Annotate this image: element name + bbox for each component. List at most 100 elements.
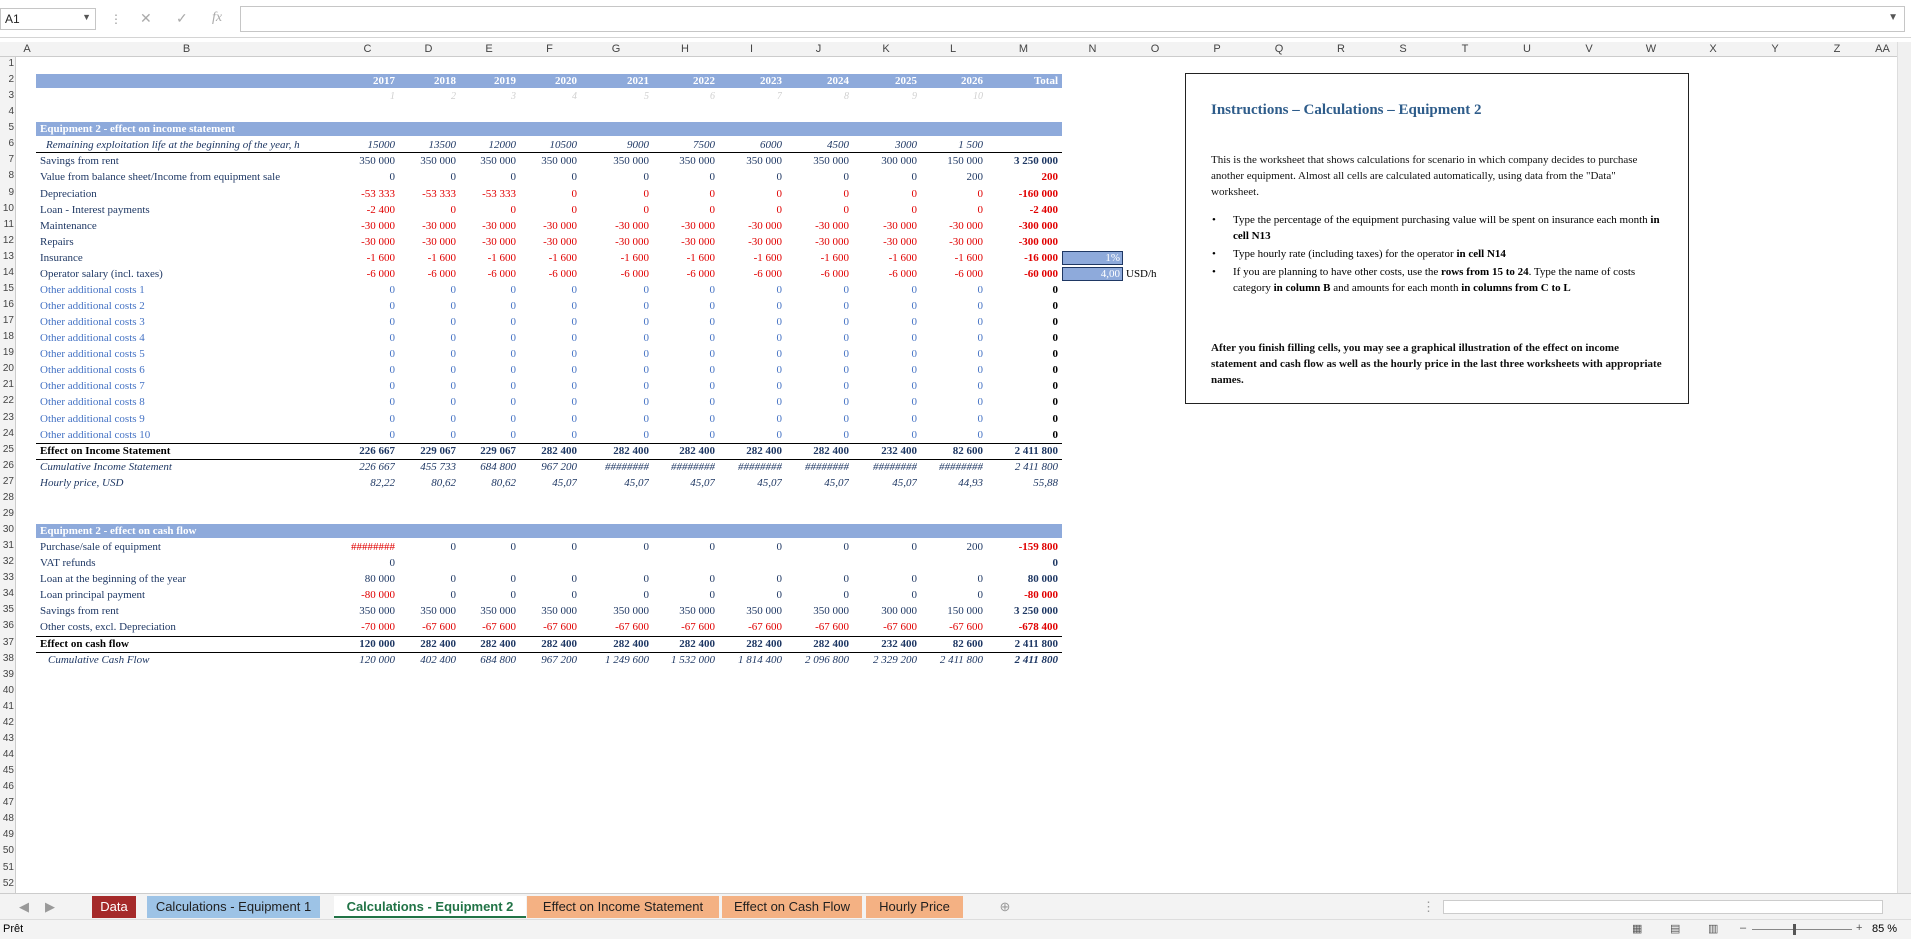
value-cell[interactable]: 0 (652, 539, 716, 555)
value-cell[interactable]: 0 (398, 539, 457, 555)
value-cell[interactable]: 0 (718, 362, 783, 378)
value-cell[interactable]: 2 411 800 (920, 652, 983, 668)
value-cell[interactable]: 0 (785, 378, 850, 394)
value-cell[interactable]: 0 (337, 314, 396, 330)
value-cell[interactable]: 1 532 000 (652, 652, 715, 668)
row-header[interactable]: 38 (0, 653, 14, 664)
value-cell[interactable]: 0 (580, 571, 650, 587)
value-cell[interactable]: 0 (652, 346, 716, 362)
value-cell[interactable]: 0 (785, 186, 850, 202)
value-cell[interactable]: 0 (580, 427, 650, 443)
value-cell[interactable]: 226 667 (337, 459, 395, 475)
value-cell[interactable]: -30 000 (580, 218, 649, 234)
value-cell[interactable]: 0 (785, 539, 850, 555)
value-cell[interactable]: 350 000 (398, 153, 456, 169)
value-cell[interactable]: 0 (459, 587, 517, 603)
value-cell[interactable]: 0 (718, 186, 783, 202)
column-header[interactable]: W (1620, 43, 1682, 55)
value-cell[interactable]: -30 000 (398, 218, 456, 234)
value-cell[interactable]: -6 000 (580, 266, 649, 282)
value-cell[interactable]: 2 411 800 (986, 459, 1058, 475)
row-header[interactable]: 8 (0, 170, 14, 181)
row-header[interactable]: 27 (0, 476, 14, 487)
value-cell[interactable]: 0 (580, 330, 650, 346)
value-cell[interactable]: -67 600 (519, 619, 577, 635)
value-cell[interactable]: -67 600 (652, 619, 715, 635)
prev-sheet-icon[interactable]: ◀ (14, 896, 34, 918)
value-cell[interactable]: 0 (652, 282, 716, 298)
value-cell[interactable]: -2 400 (337, 202, 395, 218)
sheet-tab[interactable]: Calculations - Equipment 1 (147, 896, 320, 918)
value-cell[interactable]: 0 (852, 186, 918, 202)
value-cell[interactable]: 0 (785, 394, 850, 410)
value-cell[interactable]: 0 (519, 169, 578, 185)
value-cell[interactable]: -30 000 (920, 234, 983, 250)
column-header[interactable]: H (652, 43, 718, 55)
row-header[interactable]: 40 (0, 685, 14, 696)
value-cell[interactable]: -30 000 (337, 234, 395, 250)
row-header[interactable]: 23 (0, 412, 14, 423)
value-cell[interactable]: -30 000 (852, 234, 917, 250)
value-cell[interactable]: 282 400 (718, 636, 782, 652)
value-cell[interactable]: 0 (785, 427, 850, 443)
value-cell[interactable]: -1 600 (652, 250, 715, 266)
value-cell[interactable]: 0 (785, 169, 850, 185)
value-cell[interactable]: 45,07 (580, 475, 649, 491)
value-cell[interactable]: -67 600 (920, 619, 983, 635)
value-cell[interactable]: 0 (785, 202, 850, 218)
row-header[interactable]: 30 (0, 524, 14, 535)
value-cell[interactable]: 80,62 (459, 475, 516, 491)
value-cell[interactable]: 0 (718, 571, 783, 587)
row-header[interactable]: 7 (0, 154, 14, 165)
value-cell[interactable]: 229 067 (459, 443, 516, 459)
value-cell[interactable]: 0 (852, 587, 918, 603)
value-cell[interactable]: 45,07 (652, 475, 715, 491)
value-cell[interactable]: 0 (398, 362, 457, 378)
value-cell[interactable]: 684 800 (459, 459, 516, 475)
row-header[interactable]: 28 (0, 492, 14, 503)
value-cell[interactable]: -67 600 (718, 619, 782, 635)
value-cell[interactable]: 0 (519, 186, 578, 202)
row-header[interactable]: 50 (0, 845, 14, 856)
column-header[interactable]: Y (1744, 43, 1806, 55)
value-cell[interactable]: 0 (519, 362, 578, 378)
value-cell[interactable]: -30 000 (920, 218, 983, 234)
row-header[interactable]: 22 (0, 395, 14, 406)
value-cell[interactable]: -30 000 (718, 218, 782, 234)
value-cell[interactable]: 0 (398, 330, 457, 346)
sheet-tab[interactable]: Calculations - Equipment 2 (334, 896, 526, 918)
value-cell[interactable]: -6 000 (459, 266, 516, 282)
value-cell[interactable]: 0 (652, 169, 716, 185)
value-cell[interactable]: 0 (580, 378, 650, 394)
value-cell[interactable]: 0 (920, 282, 984, 298)
value-cell[interactable]: ######## (785, 459, 849, 475)
value-cell[interactable]: 0 (459, 346, 517, 362)
value-cell[interactable]: 0 (785, 362, 850, 378)
value-cell[interactable]: 80 000 (986, 571, 1058, 587)
value-cell[interactable]: 0 (920, 587, 984, 603)
value-cell[interactable]: 350 000 (718, 603, 782, 619)
value-cell[interactable]: -1 600 (785, 250, 849, 266)
value-cell[interactable]: 0 (519, 411, 578, 427)
value-cell[interactable]: -53 333 (337, 186, 395, 202)
value-cell[interactable]: 200 (986, 169, 1059, 185)
row-header[interactable]: 44 (0, 749, 14, 760)
value-cell[interactable]: 1 249 600 (580, 652, 649, 668)
value-cell[interactable]: -6 000 (785, 266, 849, 282)
value-cell[interactable]: -1 600 (920, 250, 983, 266)
value-cell[interactable]: 0 (580, 346, 650, 362)
value-cell[interactable]: 0 (986, 411, 1059, 427)
value-cell[interactable]: 0 (337, 411, 396, 427)
value-cell[interactable]: 282 400 (580, 443, 649, 459)
value-cell[interactable]: -67 600 (785, 619, 849, 635)
row-header[interactable]: 10 (0, 203, 14, 214)
value-cell[interactable]: 0 (580, 587, 650, 603)
value-cell[interactable]: 0 (785, 314, 850, 330)
row-header[interactable]: 33 (0, 572, 14, 583)
value-cell[interactable]: 0 (652, 394, 716, 410)
value-cell[interactable]: 282 400 (580, 636, 649, 652)
value-cell[interactable]: 12000 (459, 137, 517, 153)
value-cell[interactable]: 0 (519, 539, 578, 555)
value-cell[interactable]: 0 (986, 298, 1059, 314)
row-header[interactable]: 1 (0, 58, 14, 69)
